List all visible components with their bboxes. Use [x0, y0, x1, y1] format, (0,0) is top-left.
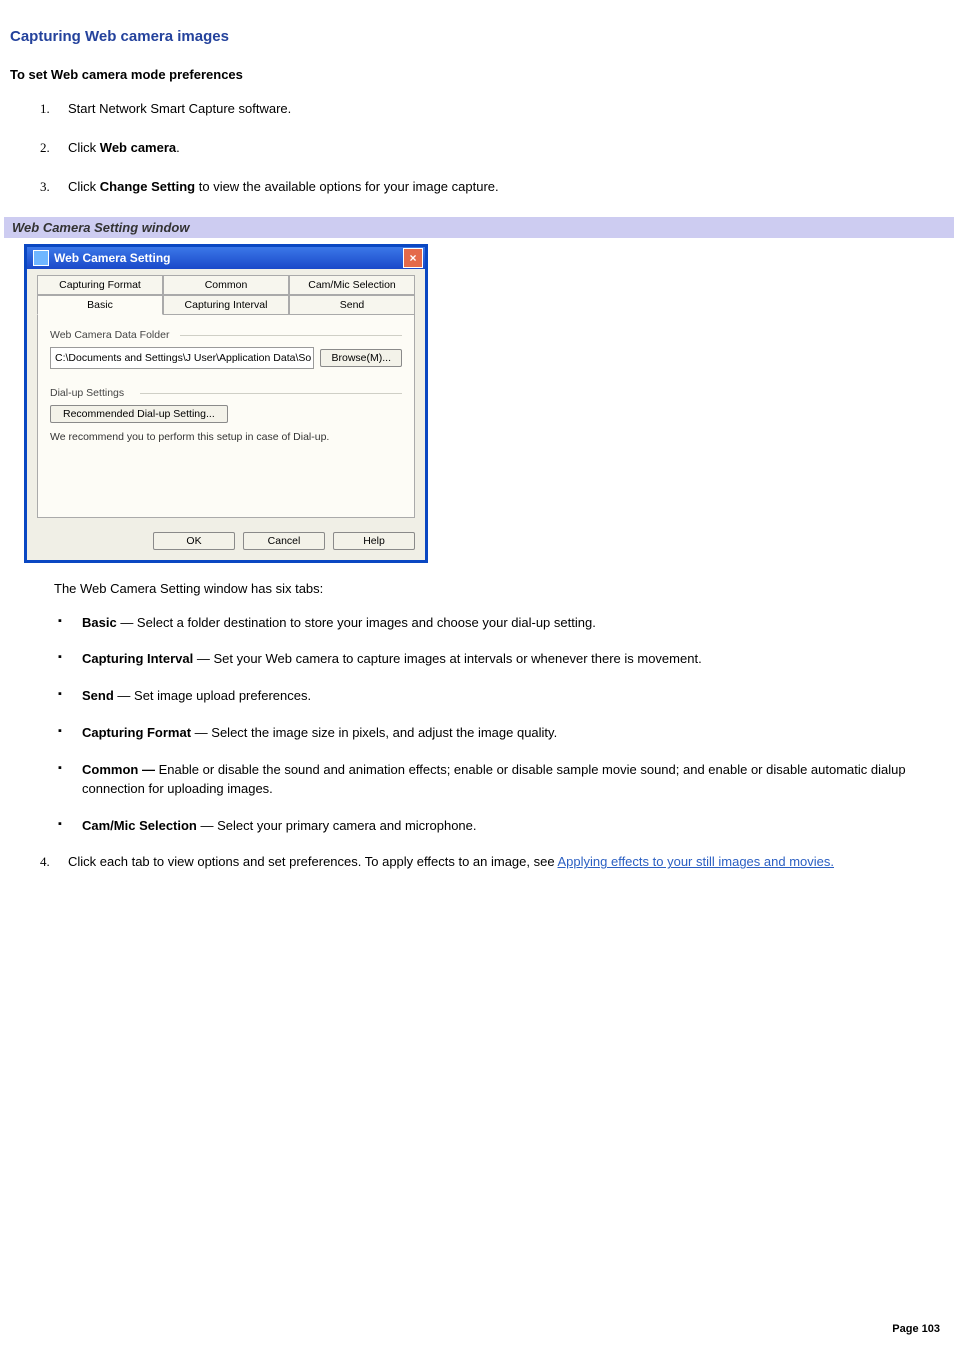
- bullet-bold: Send: [82, 688, 114, 703]
- close-button[interactable]: ×: [403, 248, 423, 268]
- tab-common[interactable]: Common: [163, 275, 289, 295]
- dialog-figure: Web Camera Setting × Capturing Format Co…: [24, 244, 944, 563]
- step-text-pre: Click each tab to view options and set p…: [68, 854, 557, 869]
- bullet-text: — Select the image size in pixels, and a…: [191, 725, 557, 740]
- dialup-row: Recommended Dial-up Setting...: [50, 405, 402, 423]
- tabs-bullets: Basic — Select a folder destination to s…: [54, 614, 944, 836]
- tabs-intro: The Web Camera Setting window has six ta…: [54, 581, 944, 596]
- dialog-titlebar: Web Camera Setting ×: [27, 247, 425, 269]
- dialog-title: Web Camera Setting: [54, 251, 170, 265]
- tab-capturing-format[interactable]: Capturing Format: [37, 275, 163, 295]
- tab-cam-mic-selection[interactable]: Cam/Mic Selection: [289, 275, 415, 295]
- step-text-bold: Web camera: [100, 140, 176, 155]
- bullet-cam-mic: Cam/Mic Selection — Select your primary …: [54, 817, 944, 836]
- page-footer: Page 103: [892, 1323, 940, 1335]
- ok-button[interactable]: OK: [153, 532, 235, 550]
- tabs-row-2: Basic Capturing Interval Send: [37, 295, 415, 315]
- recommended-dialup-button[interactable]: Recommended Dial-up Setting...: [50, 405, 228, 423]
- bullet-text: — Select your primary camera and microph…: [197, 818, 477, 833]
- titlebar-left: Web Camera Setting: [33, 250, 170, 266]
- group-label-data-folder: Web Camera Data Folder: [50, 329, 402, 341]
- step-text-pre: Click: [68, 140, 100, 155]
- page-title: Capturing Web camera images: [10, 28, 944, 45]
- web-camera-setting-dialog: Web Camera Setting × Capturing Format Co…: [24, 244, 428, 563]
- data-folder-input[interactable]: C:\Documents and Settings\J User\Applica…: [50, 347, 314, 369]
- tab-capturing-interval[interactable]: Capturing Interval: [163, 295, 289, 315]
- bullet-bold: Common —: [82, 762, 159, 777]
- step-text-post: to view the available options for your i…: [195, 179, 499, 194]
- help-button[interactable]: Help: [333, 532, 415, 550]
- cancel-button[interactable]: Cancel: [243, 532, 325, 550]
- bullet-send: Send — Set image upload preferences.: [54, 687, 944, 706]
- tab-basic[interactable]: Basic: [37, 295, 163, 315]
- app-icon: [33, 250, 49, 266]
- steps-list: Start Network Smart Capture software. Cl…: [40, 100, 944, 197]
- bullet-text: Enable or disable the sound and animatio…: [82, 762, 906, 796]
- step-text: Start Network Smart Capture software.: [68, 101, 291, 116]
- figure-caption-bar: Web Camera Setting window: [4, 217, 954, 238]
- section-subhead: To set Web camera mode preferences: [10, 67, 944, 82]
- step-1: Start Network Smart Capture software.: [40, 100, 944, 119]
- step-text-post: .: [176, 140, 180, 155]
- document-page: Capturing Web camera images To set Web c…: [0, 0, 954, 1351]
- data-folder-row: C:\Documents and Settings\J User\Applica…: [50, 347, 402, 369]
- bullet-bold: Capturing Interval: [82, 651, 193, 666]
- bullet-basic: Basic — Select a folder destination to s…: [54, 614, 944, 633]
- bullet-capturing-format: Capturing Format — Select the image size…: [54, 724, 944, 743]
- step-4: Click each tab to view options and set p…: [40, 853, 944, 872]
- bullet-text: — Set image upload preferences.: [114, 688, 311, 703]
- step-text-bold: Change Setting: [100, 179, 195, 194]
- bullet-capturing-interval: Capturing Interval — Set your Web camera…: [54, 650, 944, 669]
- step-text-pre: Click: [68, 179, 100, 194]
- tabs-row-1: Capturing Format Common Cam/Mic Selectio…: [37, 275, 415, 295]
- bullet-bold: Cam/Mic Selection: [82, 818, 197, 833]
- browse-button[interactable]: Browse(M)...: [320, 349, 402, 367]
- bullet-text: — Set your Web camera to capture images …: [193, 651, 701, 666]
- spacer: [50, 369, 402, 383]
- group-label-dialup: Dial-up Settings: [50, 387, 402, 399]
- dialup-note: We recommend you to perform this setup i…: [50, 431, 402, 443]
- tab-panel-basic: Web Camera Data Folder C:\Documents and …: [37, 315, 415, 518]
- bullet-bold: Capturing Format: [82, 725, 191, 740]
- bullet-bold: Basic: [82, 615, 117, 630]
- steps-list-cont: Click each tab to view options and set p…: [40, 853, 944, 872]
- tab-send[interactable]: Send: [289, 295, 415, 315]
- applying-effects-link[interactable]: Applying effects to your still images an…: [557, 854, 834, 869]
- bullet-common: Common — Enable or disable the sound and…: [54, 761, 944, 799]
- step-2: Click Web camera.: [40, 139, 944, 158]
- step-3: Click Change Setting to view the availab…: [40, 178, 944, 197]
- dialog-body: Capturing Format Common Cam/Mic Selectio…: [27, 269, 425, 528]
- dialog-footer: OK Cancel Help: [27, 528, 425, 560]
- bullet-text: — Select a folder destination to store y…: [117, 615, 596, 630]
